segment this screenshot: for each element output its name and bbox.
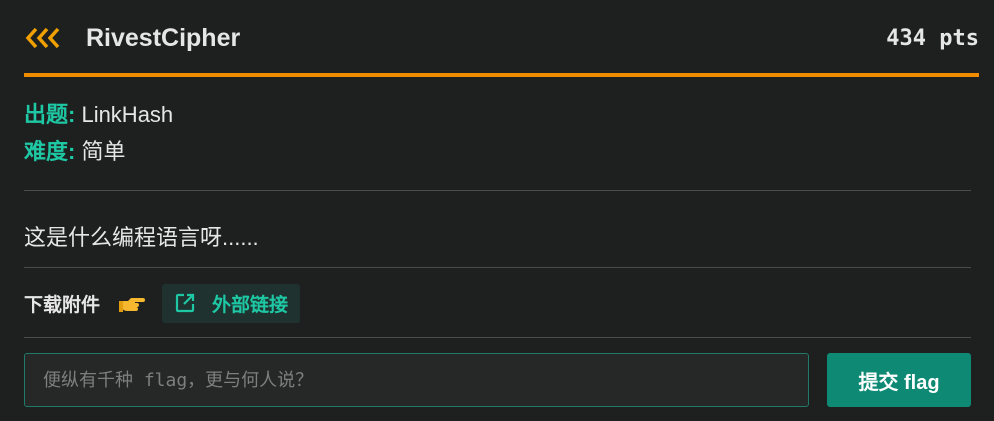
divider-attachments <box>24 337 971 338</box>
external-link-label: 外部链接 <box>212 294 289 316</box>
challenge-header: RivestCipher 434 pts <box>24 14 979 62</box>
submit-flag-button[interactable]: 提交 flag <box>827 353 971 407</box>
flag-input[interactable] <box>24 353 809 407</box>
divider-description <box>24 267 971 268</box>
external-link-icon <box>174 291 198 315</box>
author-row: 出题: LinkHash <box>24 96 173 133</box>
header-divider <box>24 73 979 77</box>
challenge-title: RivestCipher <box>86 23 241 52</box>
hand-pointing-right-icon <box>118 291 146 315</box>
divider-meta <box>24 190 971 191</box>
header-left: RivestCipher <box>24 24 240 53</box>
author-value: LinkHash <box>81 102 174 127</box>
difficulty-label: 难度: <box>24 139 76 164</box>
attachments-row: 下载附件 外部链接 <box>24 283 301 323</box>
author-label: 出题: <box>24 102 76 127</box>
attachments-label: 下载附件 <box>24 294 101 316</box>
challenge-meta: 出题: LinkHash 难度: 简单 <box>24 96 173 170</box>
challenge-panel: RivestCipher 434 pts 出题: LinkHash 难度: 简单… <box>0 0 994 421</box>
challenge-description: 这是什么编程语言呀...... <box>24 225 259 250</box>
challenge-points: 434 pts <box>886 25 979 51</box>
triple-chevron-left-icon[interactable] <box>24 25 64 51</box>
difficulty-row: 难度: 简单 <box>24 133 173 170</box>
difficulty-value: 简单 <box>81 139 126 164</box>
external-link-button[interactable]: 外部链接 <box>162 283 301 323</box>
